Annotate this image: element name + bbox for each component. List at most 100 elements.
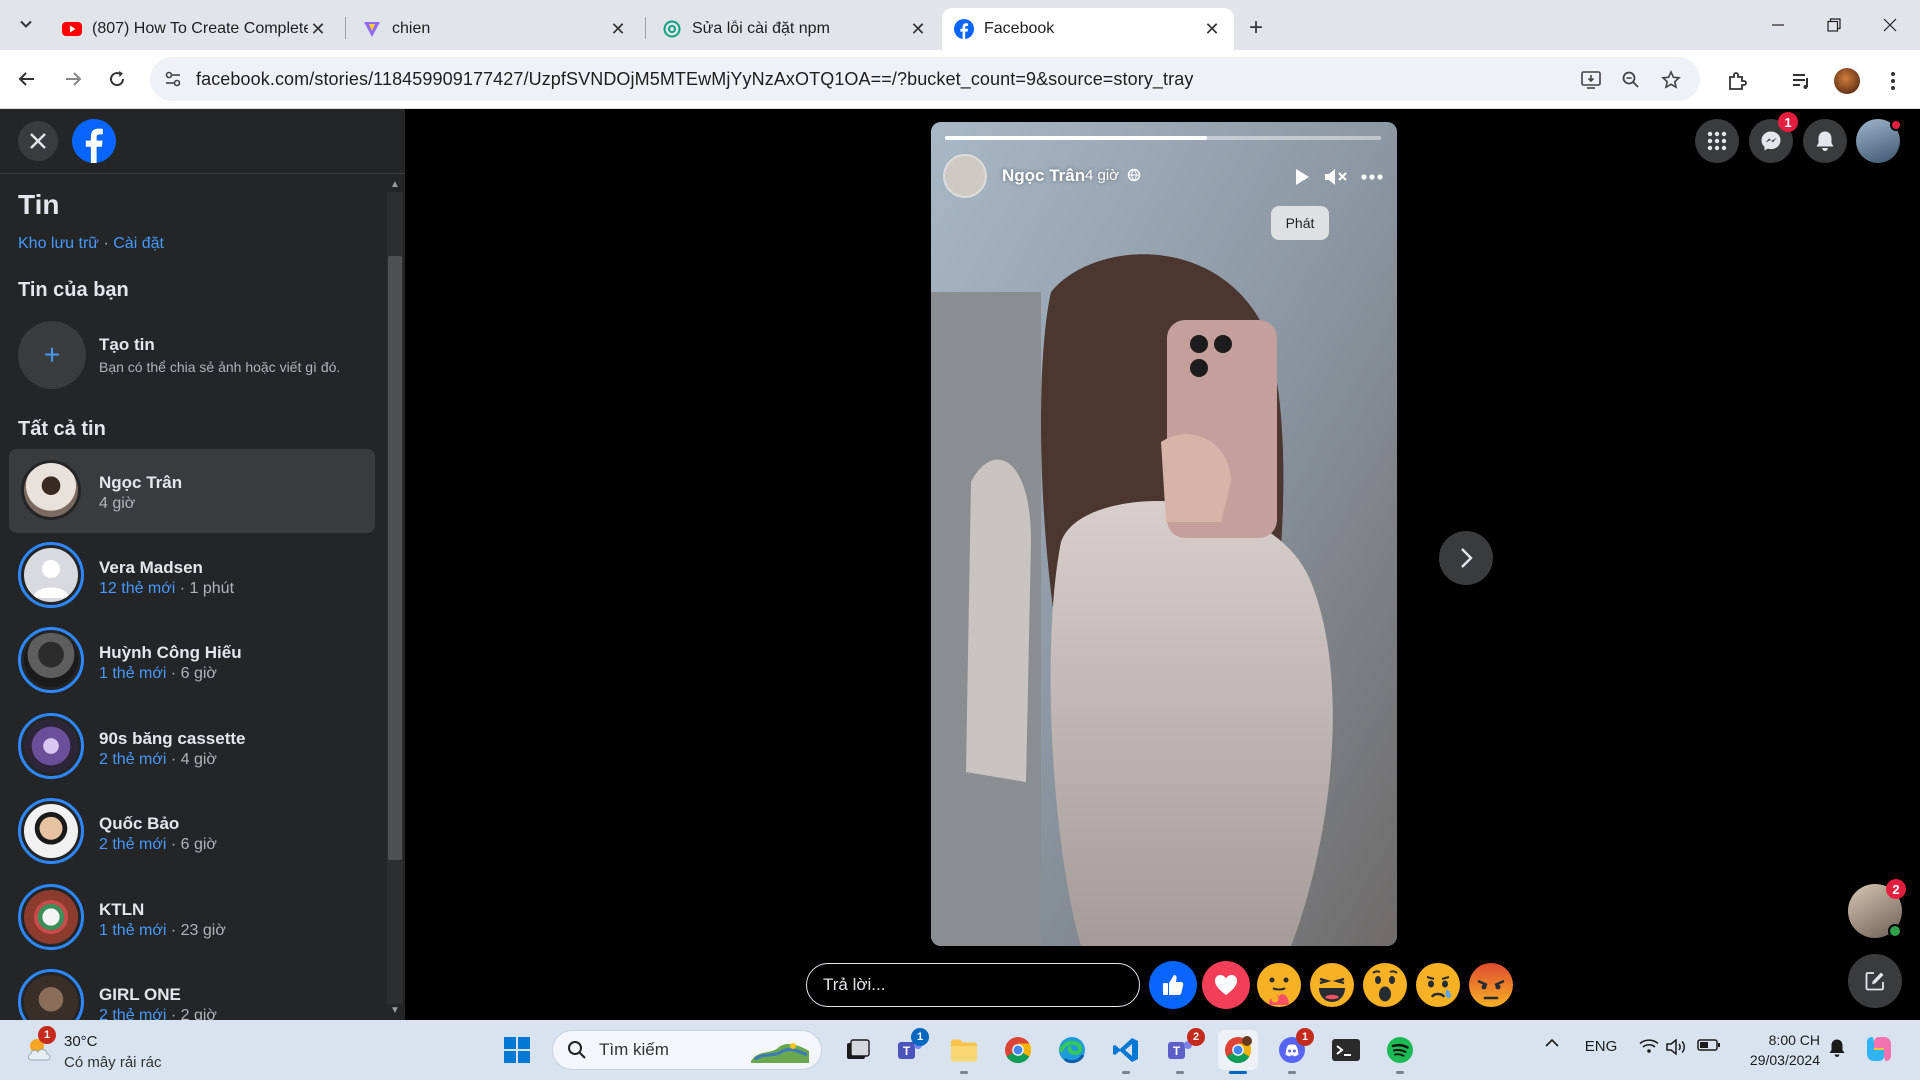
- menu-grid-button[interactable]: [1695, 119, 1739, 163]
- reaction-sad-button[interactable]: [1414, 961, 1462, 1009]
- scrollbar-thumb[interactable]: [388, 256, 402, 860]
- close-tab-icon[interactable]: ✕: [1202, 19, 1222, 39]
- story-card[interactable]: Ngọc Trân 4 giờ Phát: [931, 122, 1397, 946]
- tab-youtube[interactable]: (807) How To Create Complete ✕: [50, 8, 340, 50]
- sidebar-scrollbar[interactable]: ▲ ▼: [385, 174, 405, 1020]
- tab-search-button[interactable]: [10, 8, 42, 40]
- new-message-button[interactable]: [1848, 954, 1902, 1008]
- start-button[interactable]: [497, 1030, 537, 1070]
- page-title: Tin: [18, 189, 60, 220]
- browser-profile-avatar[interactable]: [1834, 68, 1860, 94]
- facebook-logo-icon[interactable]: [72, 119, 116, 163]
- reaction-wow-button[interactable]: [1361, 961, 1409, 1009]
- volume-icon[interactable]: [1664, 1038, 1688, 1056]
- language-indicator[interactable]: ENG: [1580, 1038, 1622, 1055]
- address-bar[interactable]: facebook.com/stories/118459909177427/Uzp…: [150, 57, 1700, 101]
- taskbar-terminal[interactable]: [1326, 1030, 1366, 1070]
- taskbar-chrome[interactable]: [998, 1030, 1038, 1070]
- browser-menu-icon[interactable]: [1880, 68, 1906, 94]
- close-tab-icon[interactable]: ✕: [308, 19, 328, 39]
- taskbar-edge[interactable]: [1052, 1030, 1092, 1070]
- reload-button[interactable]: [98, 60, 136, 98]
- zoom-icon[interactable]: [1618, 67, 1644, 93]
- create-story-title: Tạo tin: [99, 335, 155, 354]
- story-list-item[interactable]: KTLN 1 thẻ mới · 23 giờ: [9, 876, 375, 960]
- story-list-item[interactable]: Vera Madsen 12 thẻ mới · 1 phút: [9, 534, 375, 618]
- site-settings-icon[interactable]: [150, 69, 196, 89]
- story-list-item[interactable]: 90s băng cassette 2 thẻ mới · 4 giờ: [9, 705, 375, 789]
- search-highlight-icon: [751, 1043, 809, 1063]
- settings-link[interactable]: Cài đặt: [113, 235, 164, 252]
- forward-button[interactable]: [54, 60, 92, 98]
- vscode-icon: [1113, 1038, 1138, 1062]
- tab-facebook[interactable]: Facebook ✕: [942, 8, 1234, 50]
- notifications-button[interactable]: [1803, 119, 1847, 163]
- reaction-love-button[interactable]: [1202, 961, 1250, 1009]
- play-button[interactable]: [1289, 164, 1315, 190]
- new-tab-button[interactable]: +: [1240, 12, 1272, 44]
- tab-chien[interactable]: chien ✕: [350, 8, 640, 50]
- battery-icon[interactable]: [1696, 1038, 1722, 1052]
- next-story-button[interactable]: [1439, 531, 1493, 585]
- copilot-icon[interactable]: [1862, 1032, 1896, 1066]
- scroll-down-icon[interactable]: ▼: [389, 1004, 401, 1016]
- weather-widget[interactable]: 1 30°C Có mây rải rác: [20, 1026, 200, 1072]
- create-story-button[interactable]: + Tạo tin Bạn có thể chia sẻ ảnh hoặc vi…: [18, 321, 398, 391]
- taskbar-spotify[interactable]: [1380, 1030, 1420, 1070]
- chevron-down-icon: [20, 20, 32, 28]
- chevron-right-icon: [1461, 548, 1473, 568]
- story-list-item[interactable]: Ngọc Trân 4 giờ: [9, 449, 375, 533]
- show-hidden-icons-button[interactable]: [1542, 1038, 1562, 1048]
- reaction-care-button[interactable]: [1255, 961, 1303, 1009]
- close-window-button[interactable]: [1862, 0, 1918, 50]
- avatar: [18, 969, 84, 1020]
- reaction-haha-button[interactable]: [1308, 961, 1356, 1009]
- taskbar-vscode[interactable]: [1106, 1030, 1146, 1070]
- mute-button[interactable]: [1323, 164, 1349, 190]
- running-indicator: [1288, 1071, 1296, 1074]
- tab-title: (807) How To Create Complete: [92, 20, 308, 37]
- close-tab-icon[interactable]: ✕: [908, 19, 928, 39]
- extensions-icon[interactable]: [1724, 68, 1750, 94]
- archive-link[interactable]: Kho lưu trữ: [18, 235, 99, 252]
- scroll-up-icon[interactable]: ▲: [389, 178, 401, 190]
- media-controls-icon[interactable]: [1788, 68, 1814, 94]
- taskbar-file-explorer[interactable]: [944, 1030, 984, 1070]
- teams-work-badge: 2: [1187, 1028, 1205, 1046]
- reply-input-container[interactable]: [806, 963, 1140, 1007]
- install-app-icon[interactable]: [1578, 67, 1604, 93]
- running-indicator: [1122, 1071, 1130, 1074]
- story-list-item[interactable]: Quốc Bảo 2 thẻ mới · 6 giờ: [9, 790, 375, 874]
- reaction-angry-button[interactable]: [1467, 961, 1515, 1009]
- taskbar-search[interactable]: Tìm kiếm: [552, 1030, 822, 1070]
- close-tab-icon[interactable]: ✕: [608, 19, 628, 39]
- tab-chatgpt[interactable]: Sửa lỗi cài đặt npm ✕: [650, 8, 940, 50]
- story-author-name: GIRL ONE: [99, 985, 181, 1004]
- chat-head-badge: 2: [1886, 879, 1906, 899]
- avatar: [18, 457, 84, 523]
- taskbar-chrome-profile[interactable]: [1218, 1030, 1258, 1070]
- close-stories-button[interactable]: [18, 121, 58, 161]
- bookmark-star-icon[interactable]: [1658, 67, 1684, 93]
- haha-emoji-icon: [1310, 963, 1354, 1007]
- sidebar-links: Kho lưu trữ · Cài đặt: [18, 235, 164, 253]
- back-button[interactable]: [8, 60, 46, 98]
- close-icon: [30, 133, 46, 149]
- story-list-item[interactable]: GIRL ONE 2 thẻ mới · 2 giờ: [9, 961, 375, 1020]
- task-view-button[interactable]: [838, 1030, 878, 1070]
- thumbs-up-icon: [1163, 975, 1184, 995]
- reaction-like-button[interactable]: [1149, 961, 1197, 1009]
- story-author-avatar[interactable]: [943, 154, 987, 198]
- avatar: [18, 884, 84, 950]
- notification-bell-icon[interactable]: [1826, 1038, 1848, 1058]
- minimize-button[interactable]: [1750, 0, 1806, 50]
- system-clock[interactable]: 8:00 CH 29/03/2024: [1730, 1030, 1820, 1070]
- restore-button[interactable]: [1806, 0, 1862, 50]
- story-list-item[interactable]: Huỳnh Công Hiếu 1 thẻ mới · 6 giờ: [9, 619, 375, 703]
- story-more-button[interactable]: [1359, 164, 1385, 190]
- story-author-name[interactable]: Ngọc Trân: [1002, 166, 1085, 186]
- reply-input[interactable]: [823, 975, 1123, 995]
- vite-icon: [362, 19, 382, 39]
- story-meta: 4 giờ: [99, 495, 136, 512]
- wifi-icon[interactable]: [1638, 1038, 1660, 1054]
